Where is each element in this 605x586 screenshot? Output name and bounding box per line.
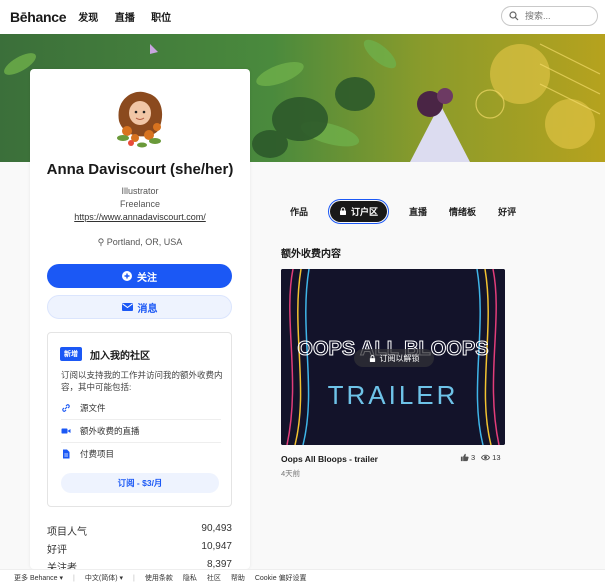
eye-icon — [481, 454, 491, 461]
subscription-description: 订阅以支持我的工作并访问我的额外收费内容，其中可能包括: — [61, 370, 223, 392]
thumbs-up-icon — [460, 453, 469, 462]
footer: 更多 Behance ▾ | 中文(简体) ▾ | 使用条款 隐私 社区 帮助 … — [0, 569, 605, 586]
thumb-subtitle: TRAILER — [328, 380, 459, 410]
message-button[interactable]: 消息 — [47, 295, 232, 319]
footer-language[interactable]: 中文(简体) ▾ — [85, 573, 123, 583]
perk-paid-projects: 付费项目 — [61, 443, 221, 465]
perk-label: 付费项目 — [80, 449, 115, 459]
subscription-box: 新增 加入我的社区 订阅以支持我的工作并访问我的额外收费内容，其中可能包括: 源… — [47, 332, 232, 507]
tab-subscribers[interactable]: 订户区 — [328, 198, 390, 224]
tab-moodboards[interactable]: 情绪板 — [449, 205, 476, 218]
tab-label: 订户区 — [351, 206, 379, 217]
top-header: Bēhance 发现 直播 职位 — [0, 0, 605, 34]
project-time: 4天前 — [281, 469, 301, 478]
nav-discover[interactable]: 发现 — [78, 13, 98, 24]
project-title[interactable]: Oops All Bloops - trailer — [281, 454, 378, 464]
lock-icon — [369, 354, 375, 362]
lock-icon — [340, 207, 347, 215]
footer-terms[interactable]: 使用条款 — [145, 573, 173, 583]
profile-name: Anna Daviscourt (she/her) — [46, 161, 234, 178]
footer-privacy[interactable]: 隐私 — [183, 573, 197, 583]
nav-livestream[interactable]: 直播 — [115, 13, 135, 24]
unlock-overlay[interactable]: 订阅以解锁 — [354, 349, 434, 367]
plus-circle-icon — [122, 271, 132, 281]
stat-likes: 好评 10,947 — [47, 541, 232, 556]
location-text: Portland, OR, USA — [106, 237, 183, 247]
tab-livestream[interactable]: 直播 — [409, 205, 427, 218]
profile-status: Freelance — [119, 199, 161, 209]
profile-location: ⚲ Portland, OR, USA — [30, 237, 250, 248]
subscribe-button[interactable]: 订阅 - $3/月 — [61, 473, 219, 493]
search-icon — [509, 11, 519, 21]
envelope-icon — [121, 303, 133, 311]
subscription-title: 加入我的社区 — [90, 351, 150, 362]
stat-label: 好评 — [47, 545, 67, 556]
stat-label: 关注者 — [47, 563, 77, 569]
follow-button[interactable]: 关注 — [47, 264, 232, 288]
section-title: 额外收费内容 — [281, 249, 341, 260]
profile-occupation: Illustrator — [121, 186, 159, 196]
stat-label: 项目人气 — [47, 527, 87, 538]
search-input[interactable] — [523, 10, 587, 22]
perk-label: 源文件 — [80, 403, 106, 413]
unlock-label: 订阅以解锁 — [379, 353, 420, 363]
nav-jobs[interactable]: 职位 — [151, 13, 171, 24]
tab-appreciations[interactable]: 好评 — [498, 205, 516, 218]
behance-logo[interactable]: Bēhance — [10, 9, 67, 25]
video-camera-icon — [61, 428, 71, 434]
profile-card: Anna Daviscourt (she/her) Illustrator Fr… — [30, 69, 250, 569]
footer-separator: | — [133, 574, 135, 582]
profile-tabs: 作品 订户区 直播 情绪板 好评 — [280, 198, 538, 224]
footer-help[interactable]: 帮助 — [231, 573, 245, 583]
footer-separator: | — [73, 574, 75, 582]
stat-value: 10,947 — [201, 541, 232, 552]
document-icon — [63, 449, 70, 459]
link-icon — [62, 404, 70, 412]
search-box[interactable] — [501, 6, 598, 26]
footer-cookies[interactable]: Cookie 偏好设置 — [255, 573, 307, 583]
stat-value: 8,397 — [206, 559, 232, 569]
footer-more-behance[interactable]: 更多 Behance ▾ — [14, 573, 63, 583]
stat-followers: 关注者 8,397 — [47, 559, 232, 569]
stat-value: 90,493 — [201, 523, 232, 534]
tab-work[interactable]: 作品 — [290, 205, 308, 218]
main-nav: 发现 直播 职位 — [78, 8, 183, 26]
project-stats: 3 13 — [460, 453, 501, 462]
new-badge: 新增 — [60, 347, 82, 361]
perk-paid-livestream: 额外收费的直播 — [61, 420, 221, 443]
views-count: 13 — [492, 453, 501, 462]
perk-source-files: 源文件 — [61, 397, 221, 420]
footer-community[interactable]: 社区 — [207, 573, 221, 583]
location-pin-icon: ⚲ — [97, 237, 105, 247]
stat-appreciations: 项目人气 90,493 — [47, 523, 232, 538]
perk-label: 额外收费的直播 — [80, 426, 140, 436]
follow-label: 关注 — [137, 272, 157, 284]
likes-count: 3 — [471, 453, 476, 462]
message-label: 消息 — [137, 303, 158, 315]
avatar — [105, 83, 175, 153]
profile-website-link[interactable]: https://www.annadaviscourt.com/ — [30, 212, 250, 222]
